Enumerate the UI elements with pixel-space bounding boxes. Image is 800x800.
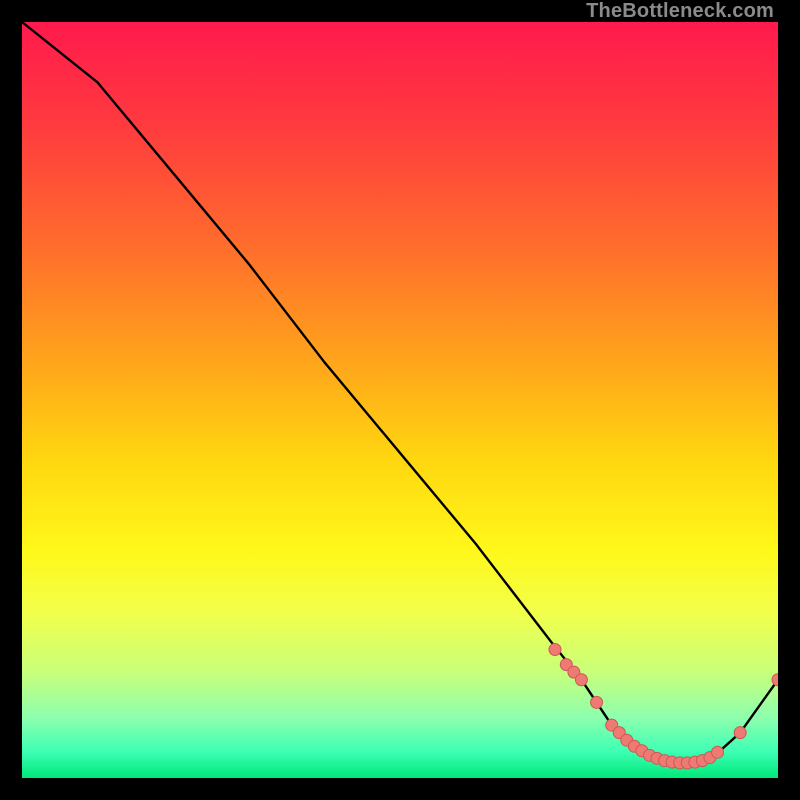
data-point-marker (734, 727, 746, 739)
bottleneck-chart (22, 22, 778, 778)
data-point-marker (575, 674, 587, 686)
watermark-text: TheBottleneck.com (586, 0, 774, 23)
chart-frame (22, 22, 778, 778)
data-point-marker (591, 696, 603, 708)
gradient-background (22, 22, 778, 778)
data-point-marker (712, 746, 724, 758)
data-point-marker (549, 643, 561, 655)
